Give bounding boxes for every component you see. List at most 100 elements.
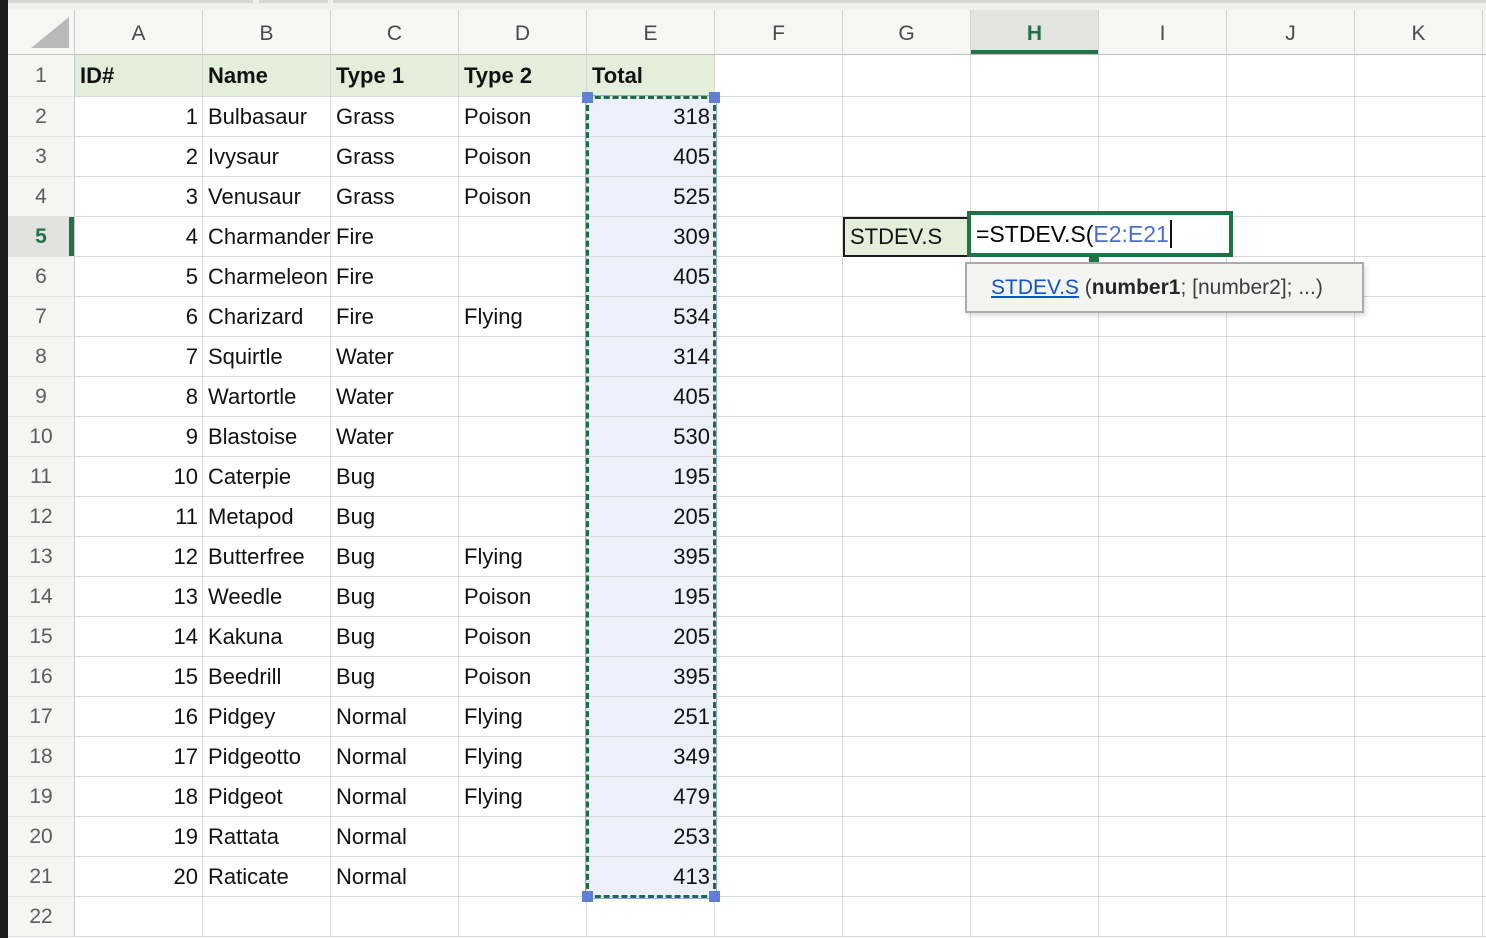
cell-J17[interactable] bbox=[1227, 697, 1355, 737]
cell-A3[interactable]: 2 bbox=[75, 137, 203, 177]
cell-E17[interactable]: 251 bbox=[587, 697, 715, 737]
cell-A14[interactable]: 13 bbox=[75, 577, 203, 617]
cell-G5[interactable]: STDEV.S bbox=[843, 217, 971, 257]
cell-I9[interactable] bbox=[1099, 377, 1227, 417]
cell-H17[interactable] bbox=[971, 697, 1099, 737]
row-header-15[interactable]: 15 bbox=[8, 617, 75, 657]
cell-B15[interactable]: Kakuna bbox=[203, 617, 331, 657]
row-header-12[interactable]: 12 bbox=[8, 497, 75, 537]
cell-A13[interactable]: 12 bbox=[75, 537, 203, 577]
cell-C22[interactable] bbox=[331, 897, 459, 937]
cell-K9[interactable] bbox=[1355, 377, 1483, 417]
cell-A15[interactable]: 14 bbox=[75, 617, 203, 657]
cell-D11[interactable] bbox=[459, 457, 587, 497]
cell-F8[interactable] bbox=[715, 337, 843, 377]
cell-I11[interactable] bbox=[1099, 457, 1227, 497]
cell-J9[interactable] bbox=[1227, 377, 1355, 417]
cell-G17[interactable] bbox=[843, 697, 971, 737]
cell-F7[interactable] bbox=[715, 297, 843, 337]
cell-F3[interactable] bbox=[715, 137, 843, 177]
cell-I12[interactable] bbox=[1099, 497, 1227, 537]
cell-B2[interactable]: Bulbasaur bbox=[203, 97, 331, 137]
cell-E6[interactable]: 405 bbox=[587, 257, 715, 297]
cell-B9[interactable]: Wartortle bbox=[203, 377, 331, 417]
cell-F10[interactable] bbox=[715, 417, 843, 457]
cell-E11[interactable]: 195 bbox=[587, 457, 715, 497]
cell-H21[interactable] bbox=[971, 857, 1099, 897]
cell-H18[interactable] bbox=[971, 737, 1099, 777]
cell-G21[interactable] bbox=[843, 857, 971, 897]
cell-D19[interactable]: Flying bbox=[459, 777, 587, 817]
cell-B11[interactable]: Caterpie bbox=[203, 457, 331, 497]
row-header-20[interactable]: 20 bbox=[8, 817, 75, 857]
cell-D5[interactable] bbox=[459, 217, 587, 257]
cell-A17[interactable]: 16 bbox=[75, 697, 203, 737]
cell-J22[interactable] bbox=[1227, 897, 1355, 937]
cell-A20[interactable]: 19 bbox=[75, 817, 203, 857]
cell-D3[interactable]: Poison bbox=[459, 137, 587, 177]
row-header-16[interactable]: 16 bbox=[8, 657, 75, 697]
cell-D12[interactable] bbox=[459, 497, 587, 537]
cell-I21[interactable] bbox=[1099, 857, 1227, 897]
cell-C16[interactable]: Bug bbox=[331, 657, 459, 697]
cell-F20[interactable] bbox=[715, 817, 843, 857]
row-header-22[interactable]: 22 bbox=[8, 897, 75, 937]
cell-D7[interactable]: Flying bbox=[459, 297, 587, 337]
cell-A11[interactable]: 10 bbox=[75, 457, 203, 497]
cell-E14[interactable]: 195 bbox=[587, 577, 715, 617]
cell-C4[interactable]: Grass bbox=[331, 177, 459, 217]
cell-G15[interactable] bbox=[843, 617, 971, 657]
cell-I14[interactable] bbox=[1099, 577, 1227, 617]
row-header-4[interactable]: 4 bbox=[8, 177, 75, 217]
cell-K6[interactable] bbox=[1355, 257, 1483, 297]
cell-J10[interactable] bbox=[1227, 417, 1355, 457]
cell-D8[interactable] bbox=[459, 337, 587, 377]
row-header-21[interactable]: 21 bbox=[8, 857, 75, 897]
cell-A16[interactable]: 15 bbox=[75, 657, 203, 697]
cell-I18[interactable] bbox=[1099, 737, 1227, 777]
cell-D1[interactable]: Type 2 bbox=[459, 55, 587, 97]
cell-I3[interactable] bbox=[1099, 137, 1227, 177]
cell-B22[interactable] bbox=[203, 897, 331, 937]
cell-F2[interactable] bbox=[715, 97, 843, 137]
cell-A18[interactable]: 17 bbox=[75, 737, 203, 777]
cell-B8[interactable]: Squirtle bbox=[203, 337, 331, 377]
cell-H9[interactable] bbox=[971, 377, 1099, 417]
cell-K14[interactable] bbox=[1355, 577, 1483, 617]
cell-I16[interactable] bbox=[1099, 657, 1227, 697]
cell-A10[interactable]: 9 bbox=[75, 417, 203, 457]
cell-I22[interactable] bbox=[1099, 897, 1227, 937]
cell-E19[interactable]: 479 bbox=[587, 777, 715, 817]
cell-K3[interactable] bbox=[1355, 137, 1483, 177]
row-header-2[interactable]: 2 bbox=[8, 97, 75, 137]
cell-J19[interactable] bbox=[1227, 777, 1355, 817]
cell-B6[interactable]: Charmeleon bbox=[203, 257, 331, 297]
cell-C12[interactable]: Bug bbox=[331, 497, 459, 537]
cell-D18[interactable]: Flying bbox=[459, 737, 587, 777]
cell-G19[interactable] bbox=[843, 777, 971, 817]
cell-B1[interactable]: Name bbox=[203, 55, 331, 97]
cell-G18[interactable] bbox=[843, 737, 971, 777]
cell-C21[interactable]: Normal bbox=[331, 857, 459, 897]
row-header-3[interactable]: 3 bbox=[8, 137, 75, 177]
cell-H14[interactable] bbox=[971, 577, 1099, 617]
row-header-8[interactable]: 8 bbox=[8, 337, 75, 377]
cell-A2[interactable]: 1 bbox=[75, 97, 203, 137]
cell-H10[interactable] bbox=[971, 417, 1099, 457]
cell-F18[interactable] bbox=[715, 737, 843, 777]
cell-C8[interactable]: Water bbox=[331, 337, 459, 377]
column-header-H[interactable]: H bbox=[971, 10, 1099, 55]
row-header-1[interactable]: 1 bbox=[8, 55, 75, 97]
row-header-18[interactable]: 18 bbox=[8, 737, 75, 777]
cell-C11[interactable]: Bug bbox=[331, 457, 459, 497]
cell-F16[interactable] bbox=[715, 657, 843, 697]
row-header-14[interactable]: 14 bbox=[8, 577, 75, 617]
cell-E13[interactable]: 395 bbox=[587, 537, 715, 577]
cell-B7[interactable]: Charizard bbox=[203, 297, 331, 337]
cell-F4[interactable] bbox=[715, 177, 843, 217]
cell-C14[interactable]: Bug bbox=[331, 577, 459, 617]
cell-D20[interactable] bbox=[459, 817, 587, 857]
cell-E16[interactable]: 395 bbox=[587, 657, 715, 697]
cell-A1[interactable]: ID# bbox=[75, 55, 203, 97]
cell-I8[interactable] bbox=[1099, 337, 1227, 377]
